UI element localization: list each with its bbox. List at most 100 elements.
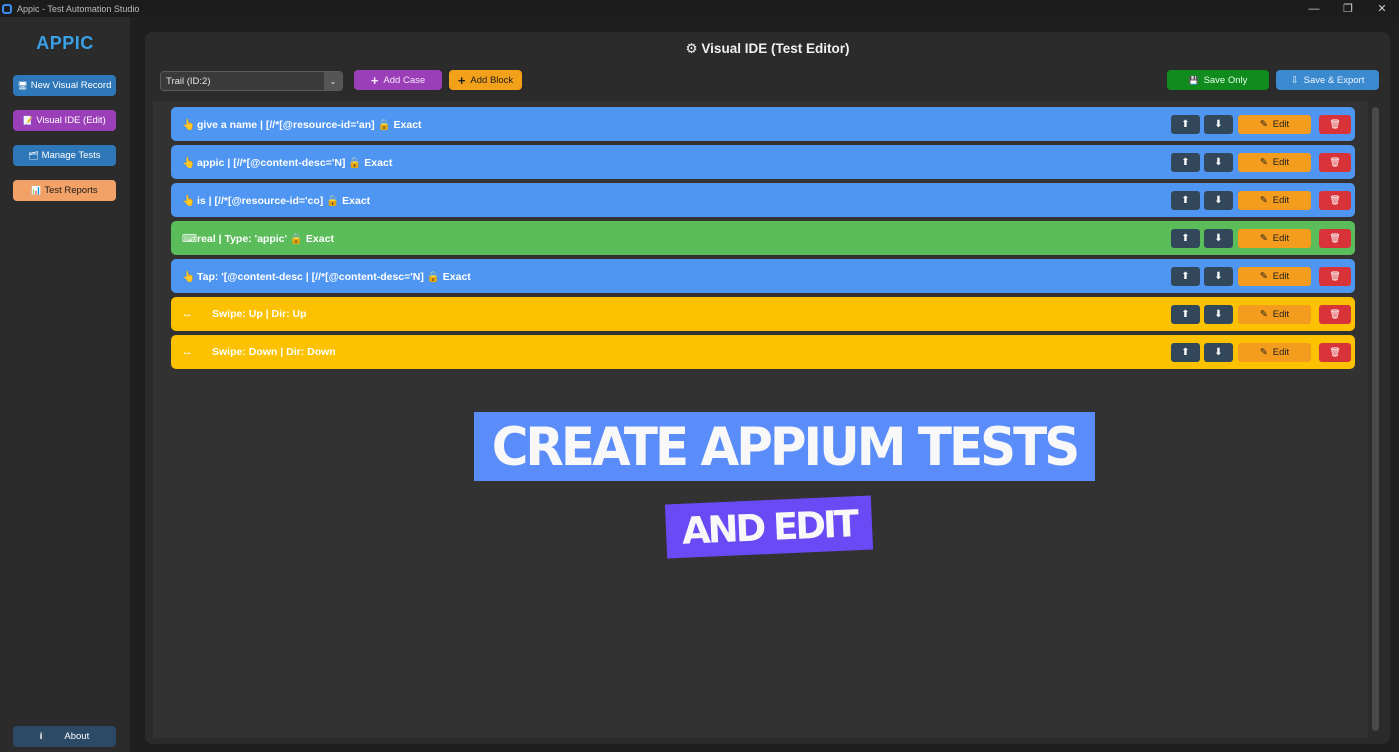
export-icon: ⇩: [1290, 74, 1299, 86]
minimize-button[interactable]: —: [1297, 0, 1331, 17]
hand-tap-icon: 👆: [182, 195, 196, 207]
step-row[interactable]: 👆 Tap: '[@content-desc | [//*[@content-de…: [171, 259, 1355, 293]
step-label: is | [//*[@resource-id='co] 🔒 Exact: [197, 195, 371, 207]
edit-step-button[interactable]: ✎ Edit: [1238, 191, 1311, 210]
keyboard-icon: ⌨: [182, 233, 198, 245]
delete-step-button[interactable]: 🗑: [1319, 267, 1351, 286]
chart-icon: 📊: [31, 186, 42, 195]
page-title: ⚙ Visual IDE (Test Editor): [145, 41, 1390, 57]
pencil-icon: ✎: [1259, 233, 1268, 244]
about-button[interactable]: i About: [13, 726, 116, 747]
delete-step-button[interactable]: 🗑: [1319, 305, 1351, 324]
edit-label: Edit: [1272, 195, 1290, 206]
step-text: ⌨real | Type: 'appic' 🔒 Exact: [182, 232, 334, 245]
test-reports-label: Test Reports: [44, 185, 98, 196]
trash-icon: 🗑: [1329, 309, 1341, 319]
pencil-icon: ✎: [1259, 271, 1268, 282]
delete-step-button[interactable]: 🗑: [1319, 153, 1351, 172]
manage-tests-button[interactable]: 🗂 Manage Tests: [13, 145, 116, 166]
step-row[interactable]: ↔ Swipe: Down | Dir: Down ⬆ ⬇ ✎ Edit 🗑: [171, 335, 1355, 369]
steps-scrollbar[interactable]: [1372, 107, 1379, 731]
restore-button[interactable]: ❐: [1331, 0, 1365, 17]
step-text: 👆 appic | [//*[@content-desc='N] 🔒 Exact: [182, 156, 392, 169]
step-row[interactable]: ↔ Swipe: Up | Dir: Up ⬆ ⬇ ✎ Edit 🗑: [171, 297, 1355, 331]
step-label: Swipe: Down | Dir: Down: [212, 346, 336, 358]
add-block-button[interactable]: + Add Block: [449, 70, 522, 90]
step-row[interactable]: 👆 is | [//*[@resource-id='co] 🔒 Exact ⬆ ⬇ ✎ E…: [171, 183, 1355, 217]
arrow-down-icon: ⬇: [1214, 119, 1223, 130]
step-row[interactable]: 👆 appic | [//*[@content-desc='N] 🔒 Exact ⬆…: [171, 145, 1355, 179]
arrow-up-icon: ⬆: [1181, 157, 1190, 168]
promo-banner-subtitle: AND EDIT: [664, 495, 874, 559]
pencil-icon: ✎: [1259, 195, 1268, 206]
trash-icon: 🗑: [1329, 271, 1341, 281]
edit-step-button[interactable]: ✎ Edit: [1238, 153, 1311, 172]
hand-tap-icon: 👆: [182, 119, 196, 131]
trash-icon: 🗑: [1329, 119, 1341, 129]
move-up-button[interactable]: ⬆: [1171, 191, 1200, 210]
promo-line-1: CREATE APPIUM TESTS: [491, 416, 1081, 477]
delete-step-button[interactable]: 🗑: [1319, 229, 1351, 248]
edit-step-button[interactable]: ✎ Edit: [1238, 343, 1311, 362]
trail-select-value: Trail (ID:2): [166, 76, 211, 87]
edit-label: Edit: [1272, 347, 1290, 358]
move-down-button[interactable]: ⬇: [1204, 153, 1233, 172]
add-case-button[interactable]: + Add Case: [354, 70, 442, 90]
move-down-button[interactable]: ⬇: [1204, 115, 1233, 134]
new-visual-record-button[interactable]: 🖥 New Visual Record: [13, 75, 116, 96]
step-row[interactable]: 👆 give a name | [//*[@resource-id='an] 🔒 …: [171, 107, 1355, 141]
edit-label: Edit: [1272, 119, 1290, 130]
edit-step-button[interactable]: ✎ Edit: [1238, 229, 1311, 248]
edit-label: Edit: [1272, 309, 1290, 320]
move-down-button[interactable]: ⬇: [1204, 267, 1233, 286]
step-label: Swipe: Up | Dir: Up: [212, 308, 307, 320]
delete-step-button[interactable]: 🗑: [1319, 191, 1351, 210]
manage-tests-label: Manage Tests: [41, 150, 101, 161]
step-label: Tap: '[@content-desc | [//*[@content-des…: [197, 271, 471, 283]
test-reports-button[interactable]: 📊 Test Reports: [13, 180, 116, 201]
step-label: real | Type: 'appic' 🔒 Exact: [197, 233, 334, 245]
save-only-button[interactable]: 💾 Save Only: [1167, 70, 1269, 90]
close-button[interactable]: ✕: [1365, 0, 1399, 17]
edit-label: Edit: [1272, 157, 1290, 168]
step-text: 👆 Tap: '[@content-desc | [//*[@content-de…: [182, 270, 471, 283]
step-row[interactable]: ⌨real | Type: 'appic' 🔒 Exact ⬆ ⬇ ✎ Edit 🗑: [171, 221, 1355, 255]
move-down-button[interactable]: ⬇: [1204, 343, 1233, 362]
chevron-down-icon[interactable]: ⌄: [324, 72, 342, 90]
arrow-down-icon: ⬇: [1214, 309, 1223, 320]
move-up-button[interactable]: ⬆: [1171, 229, 1200, 248]
pencil-icon: ✎: [1259, 347, 1268, 358]
visual-ide-button[interactable]: 📝 Visual IDE (Edit): [13, 110, 116, 131]
save-icon: 💾: [1188, 75, 1199, 85]
edit-label: Edit: [1272, 233, 1290, 244]
monitor-icon: 🖥: [17, 81, 28, 90]
trail-select[interactable]: Trail (ID:2) ⌄: [160, 71, 343, 91]
pencil-icon: ✎: [1259, 119, 1268, 130]
move-up-button[interactable]: ⬆: [1171, 343, 1200, 362]
arrow-down-icon: ⬇: [1214, 195, 1223, 206]
edit-step-button[interactable]: ✎ Edit: [1238, 305, 1311, 324]
move-up-button[interactable]: ⬆: [1171, 267, 1200, 286]
arrow-down-icon: ⬇: [1214, 233, 1223, 244]
move-up-button[interactable]: ⬆: [1171, 115, 1200, 134]
visual-ide-label: Visual IDE (Edit): [36, 115, 106, 126]
trash-icon: 🗑: [1329, 157, 1341, 167]
arrow-up-icon: ⬆: [1181, 271, 1190, 282]
move-down-button[interactable]: ⬇: [1204, 229, 1233, 248]
move-up-button[interactable]: ⬆: [1171, 153, 1200, 172]
move-down-button[interactable]: ⬇: [1204, 305, 1233, 324]
trash-icon: 🗑: [1329, 347, 1341, 357]
hand-tap-icon: 👆: [182, 271, 196, 283]
delete-step-button[interactable]: 🗑: [1319, 343, 1351, 362]
hand-tap-icon: 👆: [182, 157, 196, 169]
edit-step-button[interactable]: ✎ Edit: [1238, 115, 1311, 134]
move-down-button[interactable]: ⬇: [1204, 191, 1233, 210]
save-export-button[interactable]: ⇩ Save & Export: [1276, 70, 1379, 90]
arrow-up-icon: ⬆: [1181, 347, 1190, 358]
delete-step-button[interactable]: 🗑: [1319, 115, 1351, 134]
new-visual-record-label: New Visual Record: [30, 80, 112, 91]
step-label: appic | [//*[@content-desc='N] 🔒 Exact: [197, 157, 393, 169]
move-up-button[interactable]: ⬆: [1171, 305, 1200, 324]
step-text: 👆 is | [//*[@resource-id='co] 🔒 Exact: [182, 194, 370, 207]
edit-step-button[interactable]: ✎ Edit: [1238, 267, 1311, 286]
